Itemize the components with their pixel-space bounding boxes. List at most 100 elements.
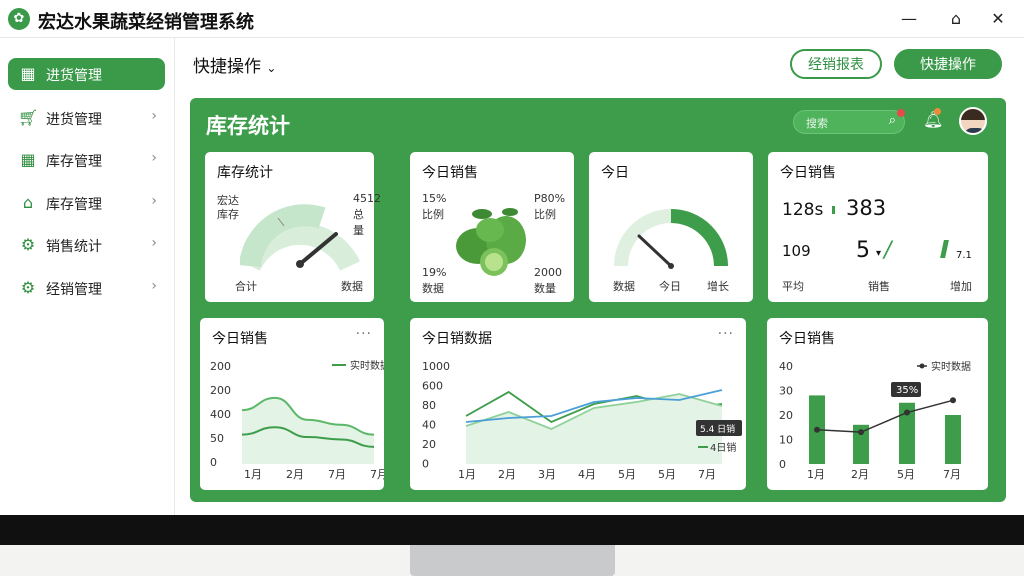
app-title: 宏达水果蔬菜经销管理系统 <box>38 12 254 33</box>
minimize-icon[interactable]: — <box>898 8 920 30</box>
panel-title: 库存统计 <box>206 114 290 138</box>
y-tick-label: 400 <box>210 408 231 421</box>
close-icon[interactable]: ✕ <box>987 8 1009 30</box>
fruit-stat: P80% <box>534 192 566 205</box>
sidebar-item-label: 进货管理 <box>46 112 102 128</box>
trend-bar-icon <box>940 240 949 258</box>
y-tick-label: 200 <box>210 360 231 373</box>
gauge-label: 今日 <box>659 280 681 293</box>
x-tick-label: 2月 <box>498 468 516 481</box>
line-chart-card-1: 今日销售 ··· 2002004005001月2月7月7月实时数据 <box>200 318 384 490</box>
y-tick-label: 0 <box>422 458 429 471</box>
sidebar-item-sales-stats[interactable]: ⚙ 销售统计 › <box>8 229 165 261</box>
card-title: 今日销售 <box>780 165 836 181</box>
x-tick-label: 1月 <box>807 468 825 481</box>
sidebar-item-purchase[interactable]: ▦ 进货管理 <box>8 58 165 90</box>
tooltip-label: 4日销 <box>710 441 736 454</box>
sidebar: ▦ 进货管理 🛒︎ 进货管理 › ▦ 库存管理 › ⌂ 库存管理 › ⚙ 销售统… <box>0 38 175 515</box>
chevron-right-icon: › <box>151 278 157 294</box>
fruit-stat: 15% <box>422 192 447 205</box>
stat-value: 5 <box>856 238 870 263</box>
x-tick-label: 5月 <box>618 468 636 481</box>
y-tick-label: 20 <box>422 438 436 451</box>
grid-icon: ▦ <box>20 64 36 83</box>
quick-actions-label: 快捷操作 <box>193 57 261 77</box>
y-tick-label: 10 <box>779 434 793 447</box>
quick-actions-dropdown[interactable]: 快捷操作 ⌄ <box>193 52 276 77</box>
y-tick-label: 40 <box>779 360 793 373</box>
gauge-label: 增长 <box>707 280 729 293</box>
title-bar: ✿ 宏达水果蔬菜经销管理系统 — ⌂ ✕ <box>0 0 1024 38</box>
bar-chart: 40 30 20 10 0 实时数据 1月 2月 5月 7月 35% <box>779 360 971 481</box>
y-tick-label: 80 <box>422 399 436 412</box>
stat-value: 109 <box>782 242 811 260</box>
gear-icon: ⚙ <box>20 235 36 254</box>
tooltip-label: 35% <box>896 385 918 396</box>
series-point <box>858 429 864 436</box>
fruit-illustration <box>456 208 526 276</box>
line-chart-2: 1000 600 80 40 20 0 1月 2月 3月 4月 5月 5月 7月 5.4 日销 4日销 <box>422 360 742 481</box>
sidebar-item-purchase-2[interactable]: 🛒︎ 进货管理 › <box>8 102 165 134</box>
app-window: ✿ 宏达水果蔬菜经销管理系统 — ⌂ ✕ ▦ 进货管理 🛒︎ 进货管理 › ▦ … <box>0 0 1024 515</box>
sidebar-item-inventory[interactable]: ▦ 库存管理 › <box>8 144 165 176</box>
sidebar-item-label: 进货管理 <box>46 68 102 84</box>
fruit-stat-label: 比例 <box>422 208 444 221</box>
notification-icon[interactable]: ⌂ <box>945 8 967 30</box>
card-title: 今日销售 <box>422 165 478 181</box>
gauge-label: 库存 <box>217 208 239 221</box>
card-title: 库存统计 <box>217 165 273 181</box>
search-placeholder: 搜索 <box>806 117 828 130</box>
stat-value: 128s <box>782 200 824 220</box>
monitor-stand <box>410 545 615 576</box>
today-gauge-card: 今日 数据 今日 增长 <box>589 152 753 302</box>
x-tick-label: 1月 <box>244 468 262 481</box>
legend-label: 实时数据 <box>931 360 971 373</box>
stat-label: 销售 <box>868 280 890 293</box>
leaf-icon: ✿ <box>8 8 30 30</box>
x-tick-label: 1月 <box>458 468 476 481</box>
bar-chart-card: 今日销售 40 30 20 10 0 实时数据 1月 2月 5月 7月 35% <box>767 318 988 490</box>
sidebar-item-inventory-2[interactable]: ⌂ 库存管理 › <box>8 187 165 219</box>
cart-icon: 🛒︎ <box>18 108 39 127</box>
y-tick-label: 200 <box>210 384 231 397</box>
x-tick-label: 2月 <box>851 468 869 481</box>
fruit-sales-card: 今日销售 15% 比例 P80% 比例 19% 数据 2000 数量 <box>410 152 574 302</box>
search-icon: ⌕ <box>888 113 896 128</box>
y-tick-label: 600 <box>422 380 443 393</box>
line-chart-card-2: 今日销数据 ··· 1000 600 80 40 20 0 1月 2月 3月 4月 5月 5月 7月 5.… <box>410 318 746 490</box>
chevron-down-icon: ⌄ <box>266 61 277 75</box>
search-input[interactable]: 搜索 ⌕ <box>793 110 905 134</box>
sidebar-item-label: 库存管理 <box>46 197 102 213</box>
search-badge <box>897 109 905 117</box>
line-chart-1: 200 200 400 50 0 1月 2月 7月 7月 实时数据 <box>210 359 384 481</box>
report-button[interactable]: 经销报表 <box>790 49 882 79</box>
bar <box>945 415 961 464</box>
stat-label: 平均 <box>782 280 804 293</box>
notification-badge <box>934 108 941 115</box>
avatar[interactable] <box>959 107 987 135</box>
chevron-right-icon: › <box>151 108 157 124</box>
chevron-right-icon: › <box>151 150 157 166</box>
stat-trend-icon: ▾ <box>876 248 882 259</box>
legend-marker <box>919 363 925 369</box>
card-title: 今日 <box>601 165 629 181</box>
sidebar-item-distribution[interactable]: ⚙ 经销管理 › <box>8 272 165 304</box>
x-tick-label: 7月 <box>328 468 346 481</box>
series-point <box>814 426 820 433</box>
x-tick-label: 7月 <box>370 468 384 481</box>
y-tick-label: 0 <box>779 458 786 471</box>
y-tick-label: 40 <box>422 419 436 432</box>
stock-gauge <box>240 204 360 272</box>
y-tick-label: 0 <box>210 456 217 469</box>
dashboard-panel: 库存统计 搜索 ⌕ 🔔︎ 库存统计 宏达 库存 4512 总量 合计 数据 今日… <box>190 98 1006 502</box>
quick-action-button[interactable]: 快捷操作 <box>894 49 1002 79</box>
x-tick-label: 5月 <box>897 468 915 481</box>
tooltip-label: 5.4 日销 <box>700 423 735 435</box>
gauge-label: 合计 <box>235 280 257 293</box>
y-tick-label: 20 <box>779 409 793 422</box>
x-tick-label: 4月 <box>578 468 596 481</box>
series-line <box>816 399 954 433</box>
grid-icon: ▦ <box>20 150 36 169</box>
fruit-stat: 2000 <box>534 266 562 279</box>
chevron-right-icon: › <box>151 235 157 251</box>
